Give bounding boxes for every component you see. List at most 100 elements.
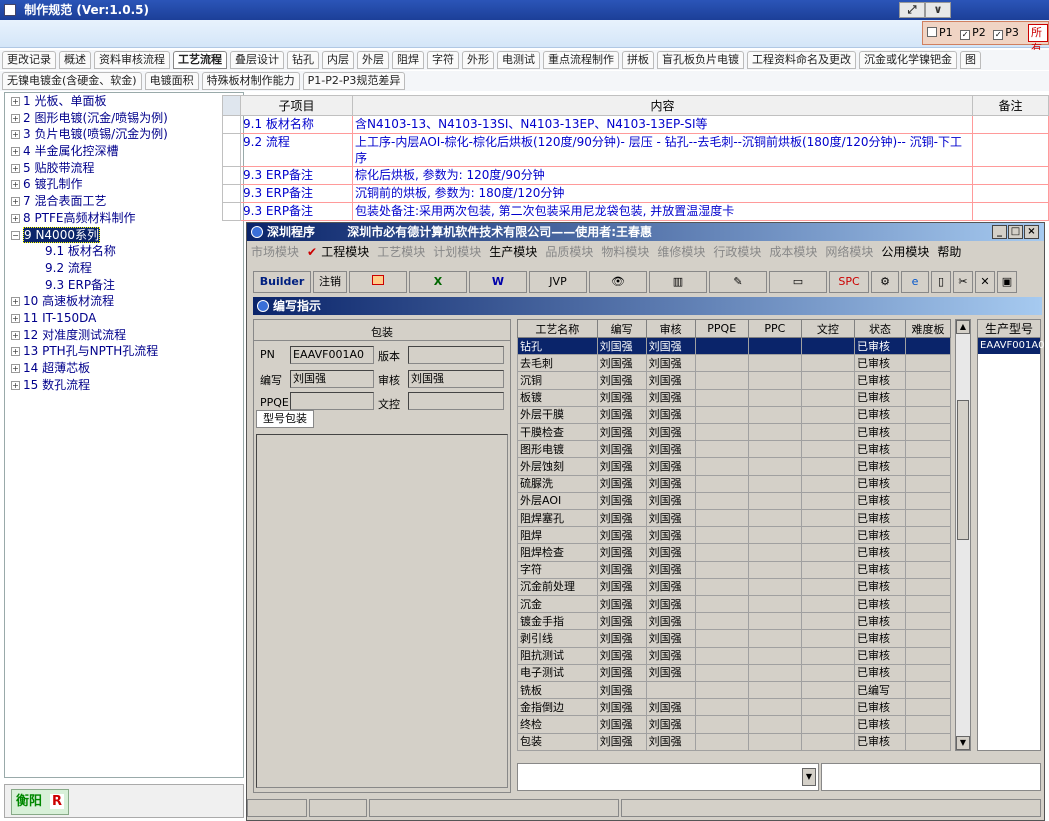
tree-item[interactable]: +7 混合表面工艺 — [5, 193, 243, 210]
scroll-up-icon[interactable]: ▲ — [956, 320, 970, 334]
tab-4[interactable]: P1-P2-P3规范差异 — [302, 72, 406, 90]
expand-icon[interactable]: + — [11, 380, 20, 390]
table-row[interactable]: 9.2 流程 上工序-内层AOI-棕化-棕化后烘板(120度/90分钟)- 层压 … — [222, 133, 1049, 167]
table-row[interactable]: 去毛刺 刘国强 刘国强 已审核 — [517, 354, 951, 373]
scroll-thumb[interactable] — [957, 400, 969, 540]
tree-child-item[interactable]: 9.2 流程 — [5, 260, 243, 277]
table-row[interactable]: 外层AOI 刘国强 刘国强 已审核 — [517, 491, 951, 511]
delete-icon[interactable]: ✕ — [975, 271, 995, 293]
table-row[interactable]: 外层蚀刻 刘国强 刘国强 已审核 — [517, 457, 951, 476]
tree-item[interactable]: +5 贴胶带流程 — [5, 160, 243, 177]
expand-icon[interactable]: + — [11, 180, 20, 190]
expand-icon[interactable]: + — [11, 113, 20, 123]
tree-item[interactable]: +4 半金属化控深槽 — [5, 143, 243, 160]
tree-item[interactable]: −9 N4000系列 — [5, 226, 243, 244]
jvp-button[interactable]: JVP — [529, 271, 587, 293]
table-row[interactable]: 板镀 刘国强 刘国强 已审核 — [517, 388, 951, 407]
ie-icon[interactable]: e — [901, 271, 929, 293]
p1-checkbox[interactable]: P1 — [927, 26, 953, 39]
ppqe-field[interactable] — [290, 392, 374, 410]
tab-5[interactable]: 叠层设计 — [230, 51, 284, 69]
tree-child-item[interactable]: 9.3 ERP备注 — [5, 277, 243, 294]
grid-header[interactable]: 编写 — [596, 319, 647, 338]
minimize-button[interactable]: _ — [992, 225, 1007, 239]
grid-header[interactable]: PPC — [747, 319, 802, 338]
table-row[interactable]: 剥引线 刘国强 刘国强 已审核 — [517, 629, 951, 648]
grid-header[interactable]: PPQE — [694, 319, 749, 338]
menu-item[interactable]: 工艺模块 — [377, 242, 425, 262]
save-icon[interactable]: ▣ — [997, 271, 1017, 293]
expand-icon[interactable]: + — [11, 130, 20, 140]
p-select[interactable]: 所有 — [1028, 24, 1048, 55]
grid-header[interactable]: 文控 — [800, 319, 855, 338]
monitor-icon[interactable]: ▭ — [769, 271, 827, 293]
grid-header[interactable]: 工艺名称 — [517, 319, 598, 338]
table-row[interactable]: 镀金手指 刘国强 刘国强 已审核 — [517, 612, 951, 631]
menu-item[interactable]: 品质模块 — [545, 242, 593, 262]
expand-icon[interactable]: + — [11, 347, 20, 357]
menu-item[interactable]: 行政模块 — [713, 242, 761, 262]
maximize-button[interactable]: □ — [1008, 225, 1023, 239]
menu-item[interactable]: 市场模块 — [251, 242, 299, 262]
scroll-down-icon[interactable]: ▼ — [956, 736, 970, 750]
new-doc-icon[interactable]: ▯ — [931, 271, 951, 293]
logout-button[interactable]: 注销 — [313, 271, 347, 293]
word-icon[interactable]: W — [469, 271, 527, 293]
menu-item[interactable]: 生产模块 — [489, 242, 537, 262]
menu-item[interactable]: 物料模块 — [601, 242, 649, 262]
expand-icon[interactable]: + — [11, 97, 20, 106]
expand-icon[interactable]: + — [11, 313, 20, 323]
tab-12[interactable]: 电测试 — [497, 51, 540, 69]
tab-10[interactable]: 字符 — [427, 51, 459, 69]
table-row[interactable]: 阻焊塞孔 刘国强 刘国强 已审核 — [517, 509, 951, 528]
menu-item[interactable]: ✔ 工程模块 — [307, 242, 369, 262]
tree-item[interactable]: +14 超薄芯板 — [5, 360, 243, 377]
tab-model-packing[interactable]: 型号包装 — [256, 410, 314, 428]
report-icon[interactable] — [349, 271, 407, 293]
tab-1[interactable]: 更改记录 — [2, 51, 56, 69]
expand-icon[interactable]: + — [11, 197, 20, 207]
table-row[interactable]: 外层干膜 刘国强 刘国强 已审核 — [517, 405, 951, 425]
table-row[interactable]: 包装 刘国强 刘国强 已审核 — [517, 732, 951, 752]
table-row[interactable]: 字符 刘国强 刘国强 已审核 — [517, 560, 951, 579]
menu-item[interactable]: 帮助 — [937, 242, 961, 262]
tab-9[interactable]: 阻焊 — [392, 51, 424, 69]
expand-icon[interactable]: + — [11, 147, 20, 157]
tab-16[interactable]: 工程资料命名及更改 — [747, 51, 856, 69]
table-row[interactable]: 9.1 板材名称 含N4103-13、N4103-13SI、N4103-13EP、… — [222, 115, 1049, 134]
table-row[interactable]: 干膜检查 刘国强 刘国强 已审核 — [517, 423, 951, 442]
table-row[interactable]: 沉金前处理 刘国强 刘国强 已审核 — [517, 577, 951, 597]
right-value[interactable]: EAAVF001A0 — [978, 338, 1045, 354]
menu-item[interactable]: 计划模块 — [433, 242, 481, 262]
tree-item[interactable]: +10 高速板材流程 — [5, 293, 243, 310]
expand-icon[interactable]: + — [11, 163, 20, 173]
tab-6[interactable]: 钻孔 — [287, 51, 319, 69]
eye-icon[interactable]: 👁 — [589, 271, 647, 293]
menu-item[interactable]: 成本模块 — [769, 242, 817, 262]
tab-8[interactable]: 外层 — [357, 51, 389, 69]
expand-icon[interactable]: + — [11, 364, 20, 373]
bottom-field[interactable] — [821, 763, 1041, 791]
tab-15[interactable]: 盲孔板负片电镀 — [657, 51, 744, 69]
tree-item[interactable]: +11 IT-150DA — [5, 310, 243, 327]
tools-icon[interactable]: ✎ — [709, 271, 767, 293]
excel-icon[interactable]: X — [409, 271, 467, 293]
table-row[interactable]: 阻焊检查 刘国强 刘国强 已审核 — [517, 543, 951, 562]
table-row[interactable]: 9.3 ERP备注 沉铜前的烘板, 参数为: 180度/120分钟 — [222, 184, 1049, 203]
collapse-icon[interactable]: − — [11, 230, 20, 240]
spc-button[interactable]: SPC — [829, 271, 869, 293]
tab-18[interactable]: 图 — [960, 51, 981, 69]
tree-item[interactable]: +8 PTFE高频材料制作 — [5, 210, 243, 227]
menu-item[interactable]: 网络模块 — [825, 242, 873, 262]
settings-icon[interactable]: ⚙ — [871, 271, 899, 293]
grid-scrollbar[interactable]: ▲ ▼ — [955, 319, 971, 751]
table-row[interactable]: 图形电镀 刘国强 刘国强 已审核 — [517, 440, 951, 459]
tree-item[interactable]: +1 光板、单面板 — [5, 93, 243, 110]
table-row[interactable]: 阻抗测试 刘国强 刘国强 已审核 — [517, 646, 951, 665]
table-row[interactable]: 9.3 ERP备注 包装处备注:采用两次包装, 第二次包装采用尼龙袋包装, 并放置… — [222, 202, 1049, 221]
table-row[interactable]: 钻孔 刘国强 刘国强 已审核 — [517, 336, 951, 356]
tree-child-item[interactable]: 9.1 板材名称 — [5, 243, 243, 260]
version-field[interactable] — [408, 346, 504, 364]
tab-4[interactable]: 工艺流程 — [173, 51, 227, 69]
tree-item[interactable]: +6 镀孔制作 — [5, 176, 243, 193]
